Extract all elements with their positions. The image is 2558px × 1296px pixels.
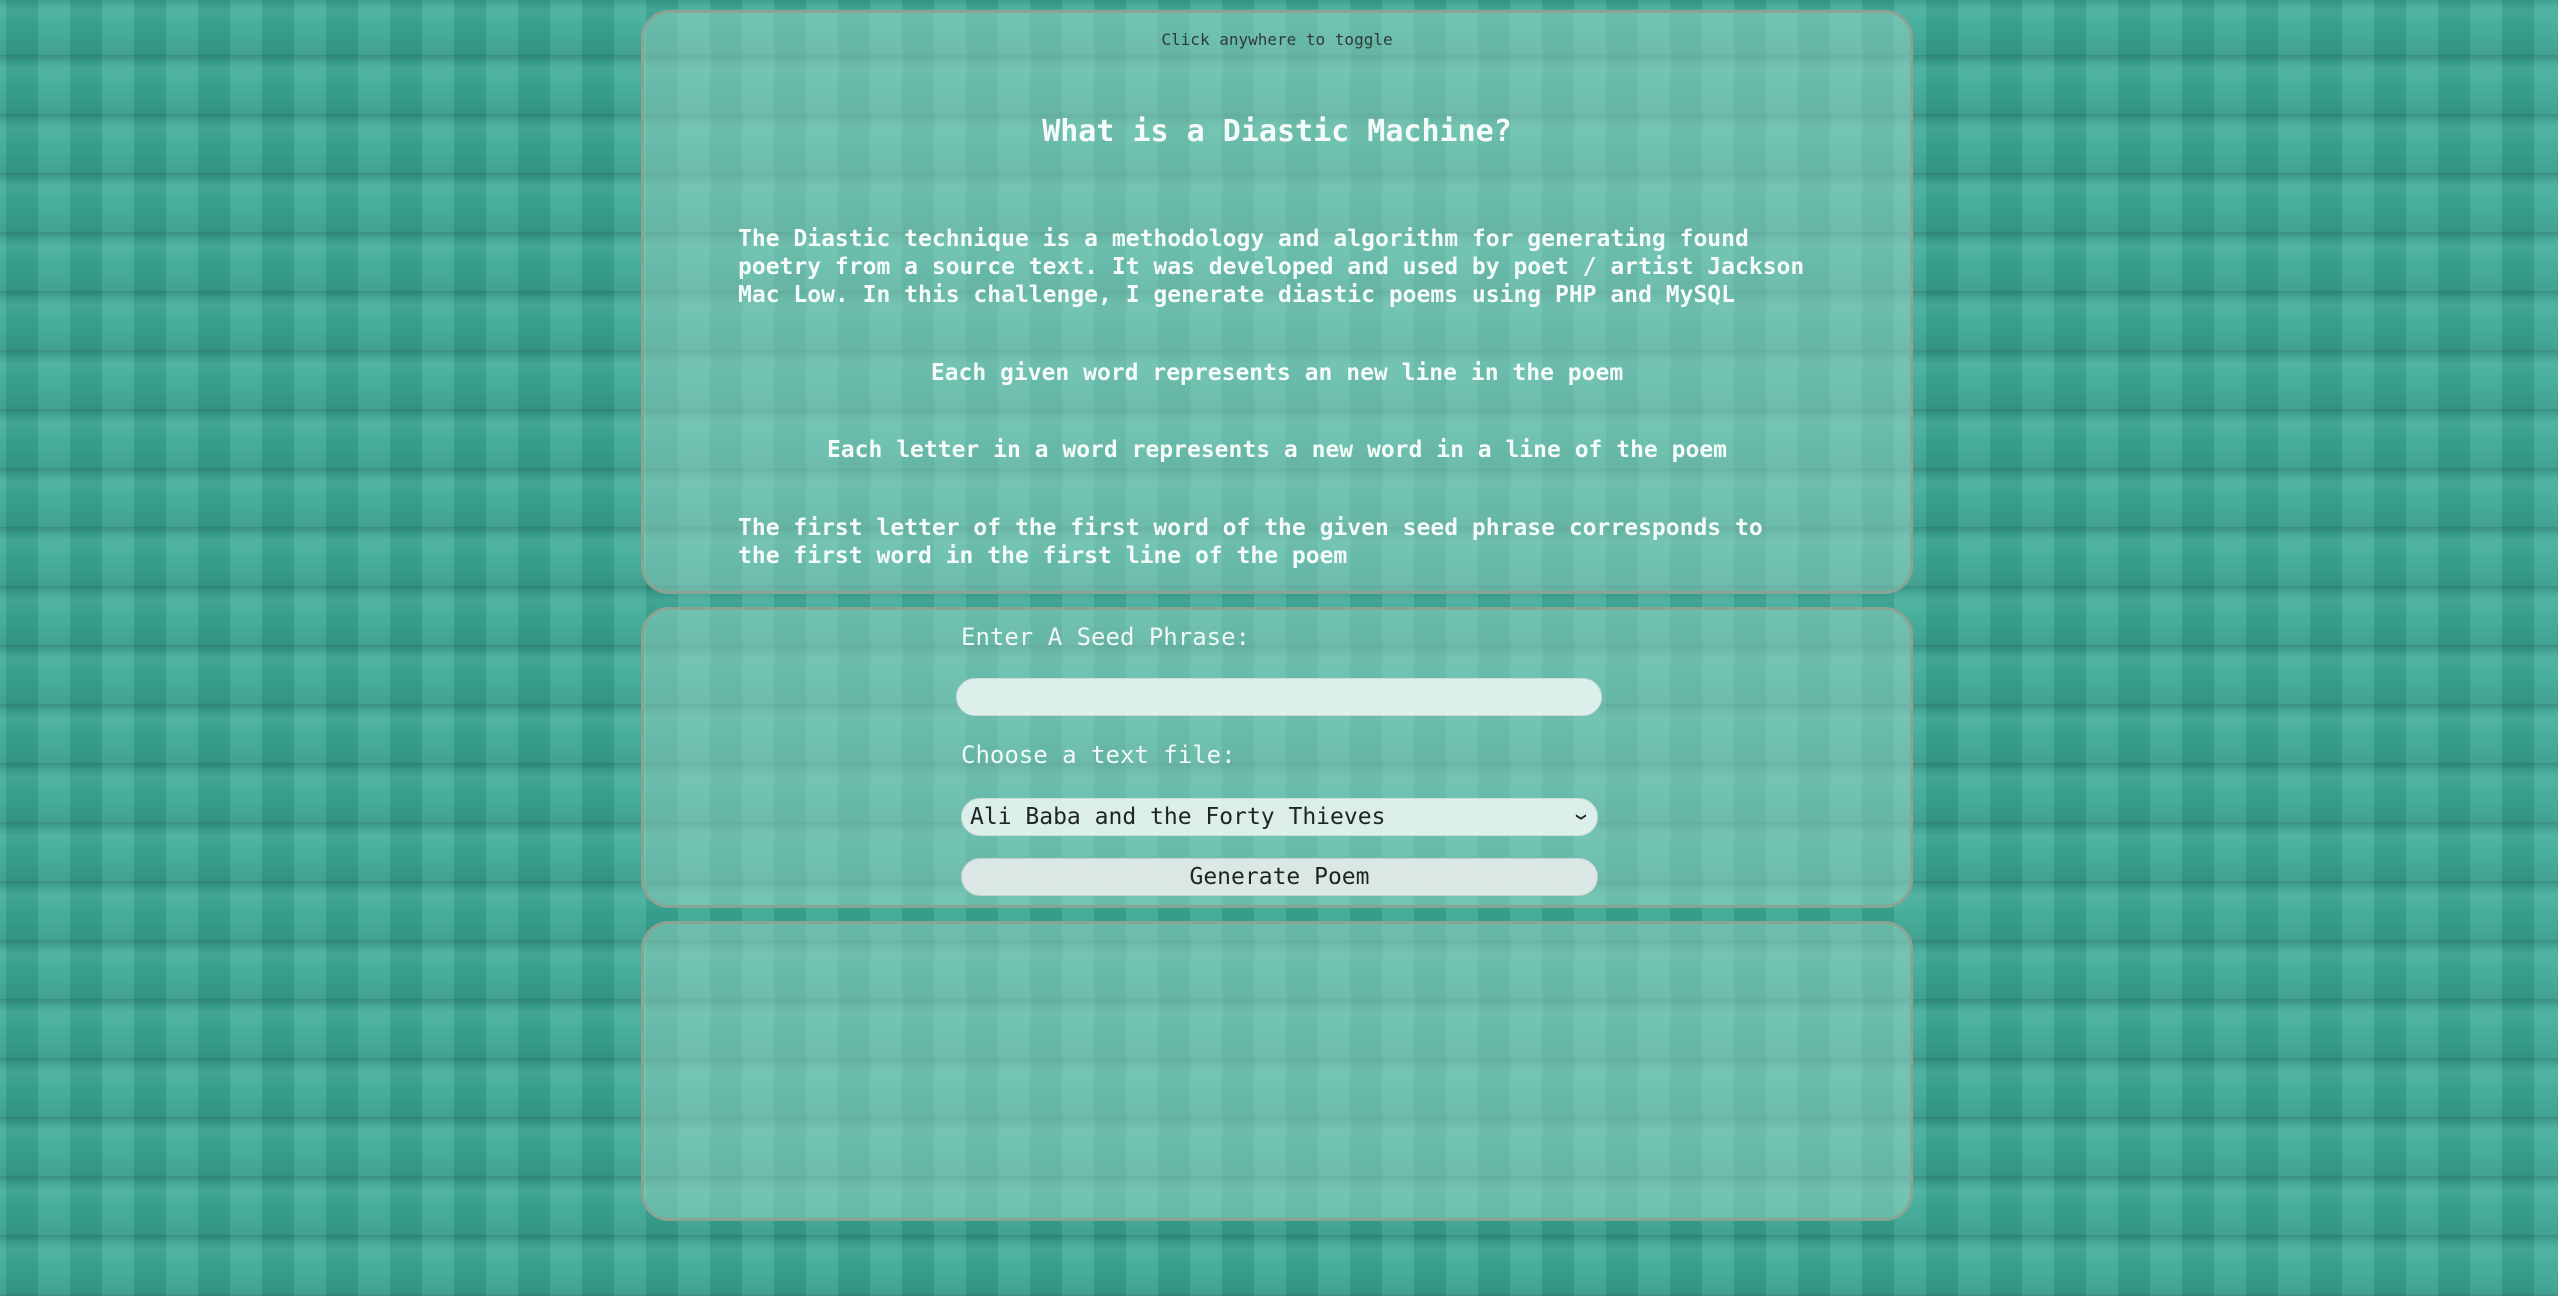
info-paragraph: The first letter of the first word of th… [738, 515, 1763, 569]
info-paragraph: Each letter in a word represents a new w… [826, 437, 1728, 463]
info-paragraph: Each given word represents an new line i… [930, 360, 1624, 386]
text-file-selected-value: Ali Baba and the Forty Thieves [970, 804, 1386, 830]
page-title: What is a Diastic Machine? [1042, 114, 1512, 149]
form-panel: Enter A Seed Phrase: Choose a text file:… [641, 607, 1913, 908]
toggle-hint: Click anywhere to toggle [1161, 30, 1393, 49]
seed-phrase-input[interactable] [956, 678, 1602, 716]
text-file-label: Choose a text file: [961, 741, 1236, 769]
chevron-down-icon: ❯ [1572, 812, 1589, 822]
poem-output-panel [641, 921, 1913, 1221]
info-panel[interactable]: Click anywhere to toggle What is a Diast… [641, 10, 1913, 594]
text-file-select[interactable]: Ali Baba and the Forty Thieves ❯ [961, 798, 1598, 836]
generate-poem-button[interactable]: Generate Poem [961, 858, 1598, 896]
info-paragraph: The Diastic technique is a methodology a… [738, 226, 1805, 308]
seed-phrase-label: Enter A Seed Phrase: [961, 623, 1250, 651]
